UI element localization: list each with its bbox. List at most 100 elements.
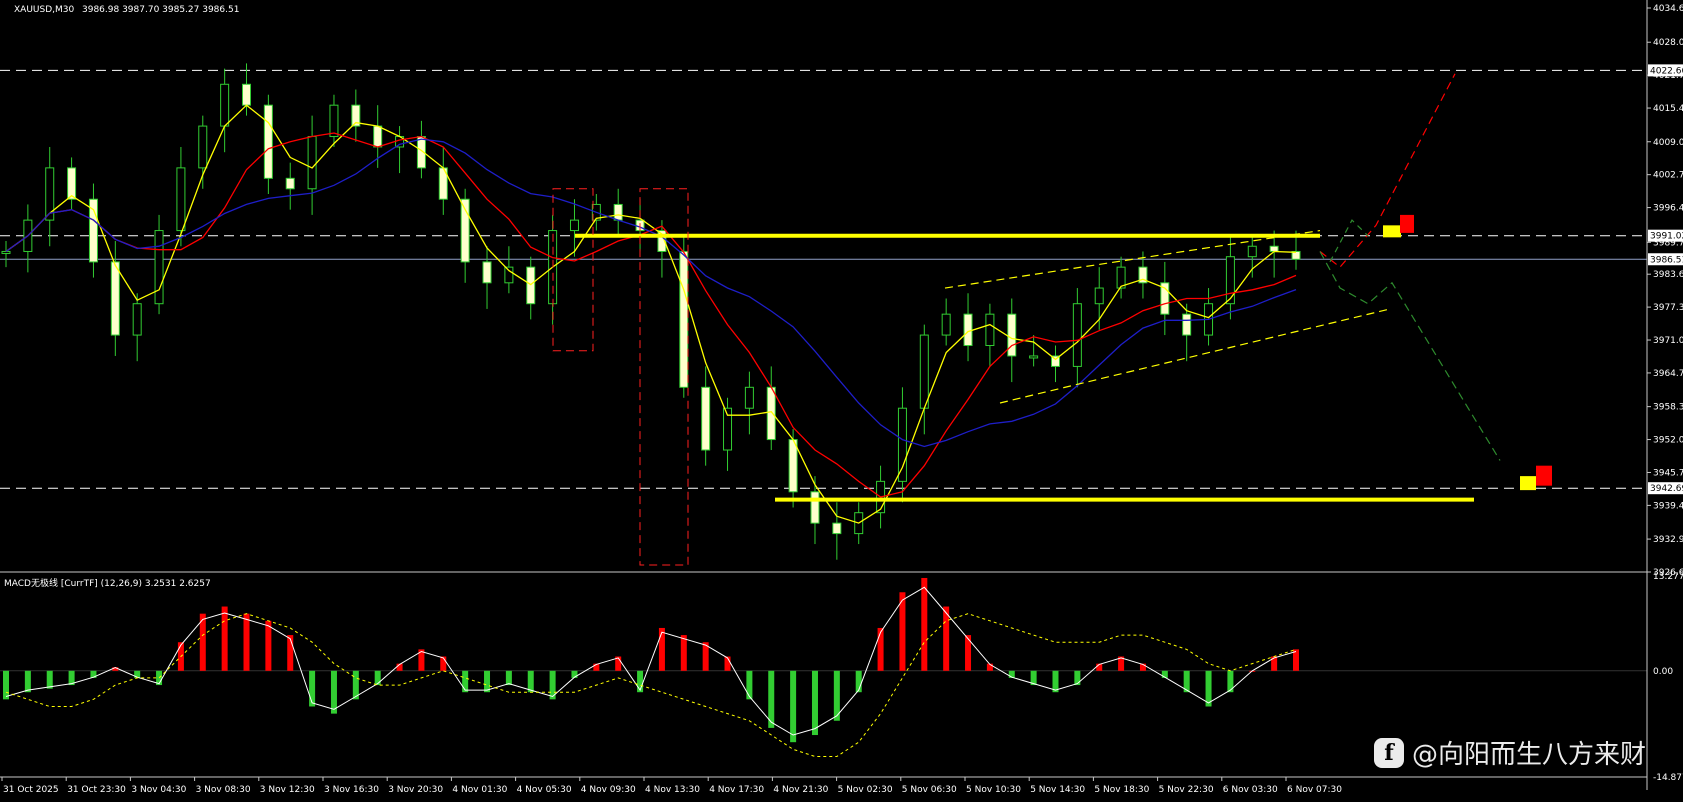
time-tick-label: 4 Nov 05:30 [517,785,572,795]
macd-bar [1074,670,1081,686]
macd-label: MACD无极线 [CurrTF] (12,26,9) 3.2531 2.6257 [4,577,211,589]
candle-body [263,104,273,179]
time-tick-label: 5 Nov 22:30 [1159,785,1214,795]
price-tick-label: 3939.40 [1653,501,1683,511]
candle-body [67,167,77,200]
candle-body [329,104,339,138]
time-tick-label: 31 Oct 2025 [3,785,59,795]
candle-body [679,250,689,388]
candle-body [242,83,252,106]
time-tick-label: 4 Nov 21:30 [773,785,828,795]
price-tick-label: 3983.65 [1653,270,1683,280]
macd-bar [3,670,9,700]
candle-body [941,313,951,336]
chart-canvas: 4034.604028.054021.754015.454009.004002.… [0,0,1683,802]
time-tick-label: 4 Nov 17:30 [709,785,764,795]
price-tag: 4022.66 [1650,66,1683,76]
candle-body [198,125,208,169]
price-tick-label: 4015.45 [1653,104,1683,114]
candle-body [919,334,929,409]
macd-tick-label: 13.2772 [1653,572,1683,582]
candle-body [307,136,317,190]
candle-body [1225,256,1235,305]
price-tag: 3991.02 [1650,232,1683,242]
candle-body [897,407,907,482]
macd-bar [243,613,250,671]
macd-bar [462,670,469,693]
time-tick-label: 5 Nov 06:30 [902,785,957,795]
candle-body [504,266,514,284]
time-tick-label: 5 Nov 02:30 [838,785,893,795]
price-tick-label: 4009.00 [1653,138,1683,148]
time-tick-label: 6 Nov 03:30 [1223,785,1278,795]
time-tick-label: 3 Nov 04:30 [131,785,186,795]
price-tag: 3942.69 [1650,484,1683,494]
time-tick-label: 6 Nov 07:30 [1287,785,1342,795]
candle-body [1029,355,1039,359]
candle-body [569,219,579,232]
candle-body [1269,245,1279,252]
macd-bar [680,635,687,671]
price-tick-label: 3977.35 [1653,303,1683,313]
candle-body [154,230,164,305]
time-tick-label: 4 Nov 09:30 [581,785,636,795]
macd-bar [811,670,818,736]
time-tick-label: 4 Nov 01:30 [452,785,507,795]
candle-body [766,386,776,441]
price-tick-label: 4002.70 [1653,171,1683,181]
target-marker-red [1400,214,1414,233]
macd-bar [330,670,337,714]
candle-body [110,261,120,336]
candle-body [788,439,798,493]
candle-body [963,313,973,347]
price-tick-label: 4028.05 [1653,38,1683,48]
time-tick-label: 4 Nov 13:30 [645,785,700,795]
macd-bar [505,670,512,686]
macd-bar [287,635,294,671]
ohlc-readout: 3986.98 3987.70 3985.27 3986.51 [82,5,239,15]
price-tick-label: 3958.30 [1653,403,1683,413]
candle-body [176,167,186,232]
macd-bar [790,670,797,743]
macd-bar [309,670,316,707]
candle-body [220,83,230,127]
candle-body [810,491,820,524]
price-tick-label: 3945.70 [1653,468,1683,478]
candle-body [373,125,383,148]
candle-body [1094,287,1104,305]
watermark: f @向阳而生八方来财 [1374,734,1646,771]
time-tick-label: 31 Oct 23:30 [67,785,126,795]
target-marker-yellow [1520,476,1536,491]
price-tick-label: 3971.05 [1653,336,1683,346]
macd-bar [899,592,906,671]
price-tick-label: 3964.75 [1653,369,1683,379]
candle-body [701,386,711,451]
target-marker-red [1536,465,1552,486]
time-tick-label: 5 Nov 14:30 [1030,785,1085,795]
facebook-icon: f [1374,737,1404,768]
candle-body [285,177,295,190]
candle-body [1,250,11,254]
macd-bar [746,670,753,700]
time-tick-label: 3 Nov 08:30 [196,785,251,795]
time-tick-label: 3 Nov 16:30 [324,785,379,795]
symbol-label: XAUUSD,M30 [14,5,74,15]
candle-body [744,386,754,409]
macd-bar [877,627,884,671]
candle-body [1007,313,1017,357]
macd-bar [265,620,272,671]
candle-body [482,261,492,284]
candle-body [526,266,536,305]
macd-bar [374,670,381,686]
macd-tick-label: 0.00 [1653,667,1673,677]
macd-bar [658,627,665,671]
candle-body [1072,303,1082,367]
candle-body [985,313,995,347]
macd-bar [24,670,31,693]
macd-bar [221,606,228,671]
time-tick-label: 3 Nov 12:30 [260,785,315,795]
target-marker-yellow [1383,225,1401,238]
candle-body [613,203,623,221]
macd-bar [921,577,928,671]
macd-tick-label: -14.8772 [1653,773,1683,783]
